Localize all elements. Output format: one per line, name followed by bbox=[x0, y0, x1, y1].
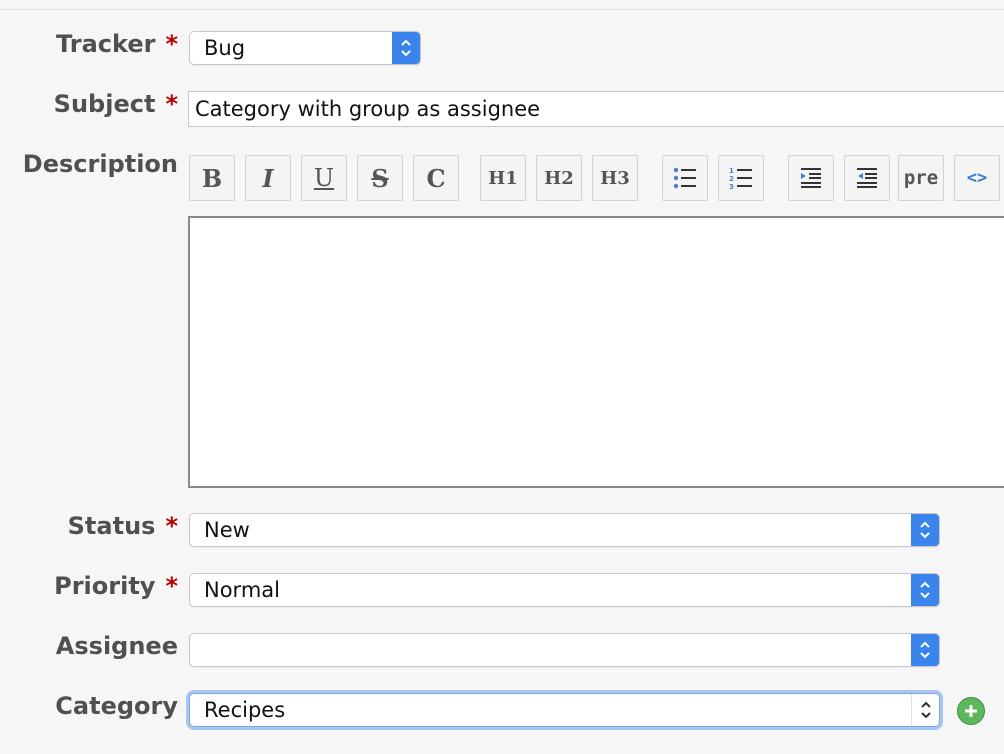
italic-icon: I bbox=[262, 163, 274, 193]
top-border bbox=[0, 0, 1004, 10]
tracker-label: Tracker * bbox=[56, 30, 178, 58]
heading1-icon: H1 bbox=[488, 167, 518, 189]
bold-button[interactable]: B bbox=[189, 155, 235, 201]
tracker-select[interactable]: Bug bbox=[189, 31, 421, 65]
tracker-select-value: Bug bbox=[204, 36, 246, 60]
assignee-label: Assignee bbox=[55, 632, 178, 660]
preformatted-button[interactable]: pre bbox=[898, 155, 944, 201]
description-label: Description bbox=[22, 150, 178, 178]
indent-button[interactable] bbox=[788, 155, 834, 201]
italic-button[interactable]: I bbox=[245, 155, 291, 201]
plus-circle-icon bbox=[965, 705, 977, 717]
category-select-value: Recipes bbox=[204, 698, 286, 722]
bold-icon: B bbox=[201, 163, 223, 193]
strikethrough-button[interactable]: S bbox=[357, 155, 403, 201]
select-arrows-icon bbox=[911, 514, 939, 546]
outdent-button[interactable] bbox=[844, 155, 890, 201]
select-arrows-icon bbox=[911, 694, 939, 726]
preformatted-icon: pre bbox=[903, 167, 939, 189]
code-icon: C bbox=[426, 163, 446, 193]
status-label: Status * bbox=[67, 512, 178, 540]
inline-code-icon: <> bbox=[966, 168, 988, 188]
heading1-button[interactable]: H1 bbox=[480, 155, 526, 201]
underline-button[interactable]: U bbox=[301, 155, 347, 201]
priority-select[interactable]: Normal bbox=[189, 573, 940, 607]
unordered-list-button[interactable] bbox=[662, 155, 708, 201]
ordered-list-button[interactable]: 1 2 3 bbox=[718, 155, 764, 201]
subject-input[interactable]: Category with group as assignee bbox=[188, 91, 1004, 127]
svg-text:3: 3 bbox=[729, 183, 734, 191]
strikethrough-icon: S bbox=[371, 163, 389, 193]
category-label: Category bbox=[55, 692, 178, 720]
add-category-button[interactable] bbox=[957, 697, 985, 725]
select-arrows-icon bbox=[911, 634, 939, 666]
assignee-select[interactable] bbox=[189, 633, 940, 667]
underline-icon: U bbox=[313, 164, 335, 192]
code-button[interactable]: C bbox=[413, 155, 459, 201]
subject-label: Subject * bbox=[53, 90, 178, 118]
priority-select-value: Normal bbox=[204, 578, 280, 602]
svg-text:1: 1 bbox=[729, 167, 734, 175]
required-marker: * bbox=[165, 572, 178, 600]
priority-label: Priority * bbox=[54, 572, 178, 600]
category-select[interactable]: Recipes bbox=[189, 693, 940, 727]
status-select-value: New bbox=[204, 518, 250, 542]
svg-text:2: 2 bbox=[729, 175, 734, 183]
heading3-icon: H3 bbox=[600, 167, 630, 189]
ordered-list-icon: 1 2 3 bbox=[729, 167, 752, 191]
heading2-icon: H2 bbox=[544, 167, 574, 189]
unordered-list-icon bbox=[673, 167, 696, 189]
outdent-icon bbox=[857, 168, 877, 188]
select-arrows-icon bbox=[911, 574, 939, 606]
required-marker: * bbox=[165, 90, 178, 118]
heading3-button[interactable]: H3 bbox=[592, 155, 638, 201]
indent-icon bbox=[801, 168, 821, 188]
heading2-button[interactable]: H2 bbox=[536, 155, 582, 201]
status-select[interactable]: New bbox=[189, 513, 940, 547]
required-marker: * bbox=[165, 30, 178, 58]
description-textarea[interactable] bbox=[188, 216, 1004, 488]
required-marker: * bbox=[165, 512, 178, 540]
select-arrows-icon bbox=[392, 32, 420, 64]
inline-code-button[interactable]: <> bbox=[954, 155, 1000, 201]
